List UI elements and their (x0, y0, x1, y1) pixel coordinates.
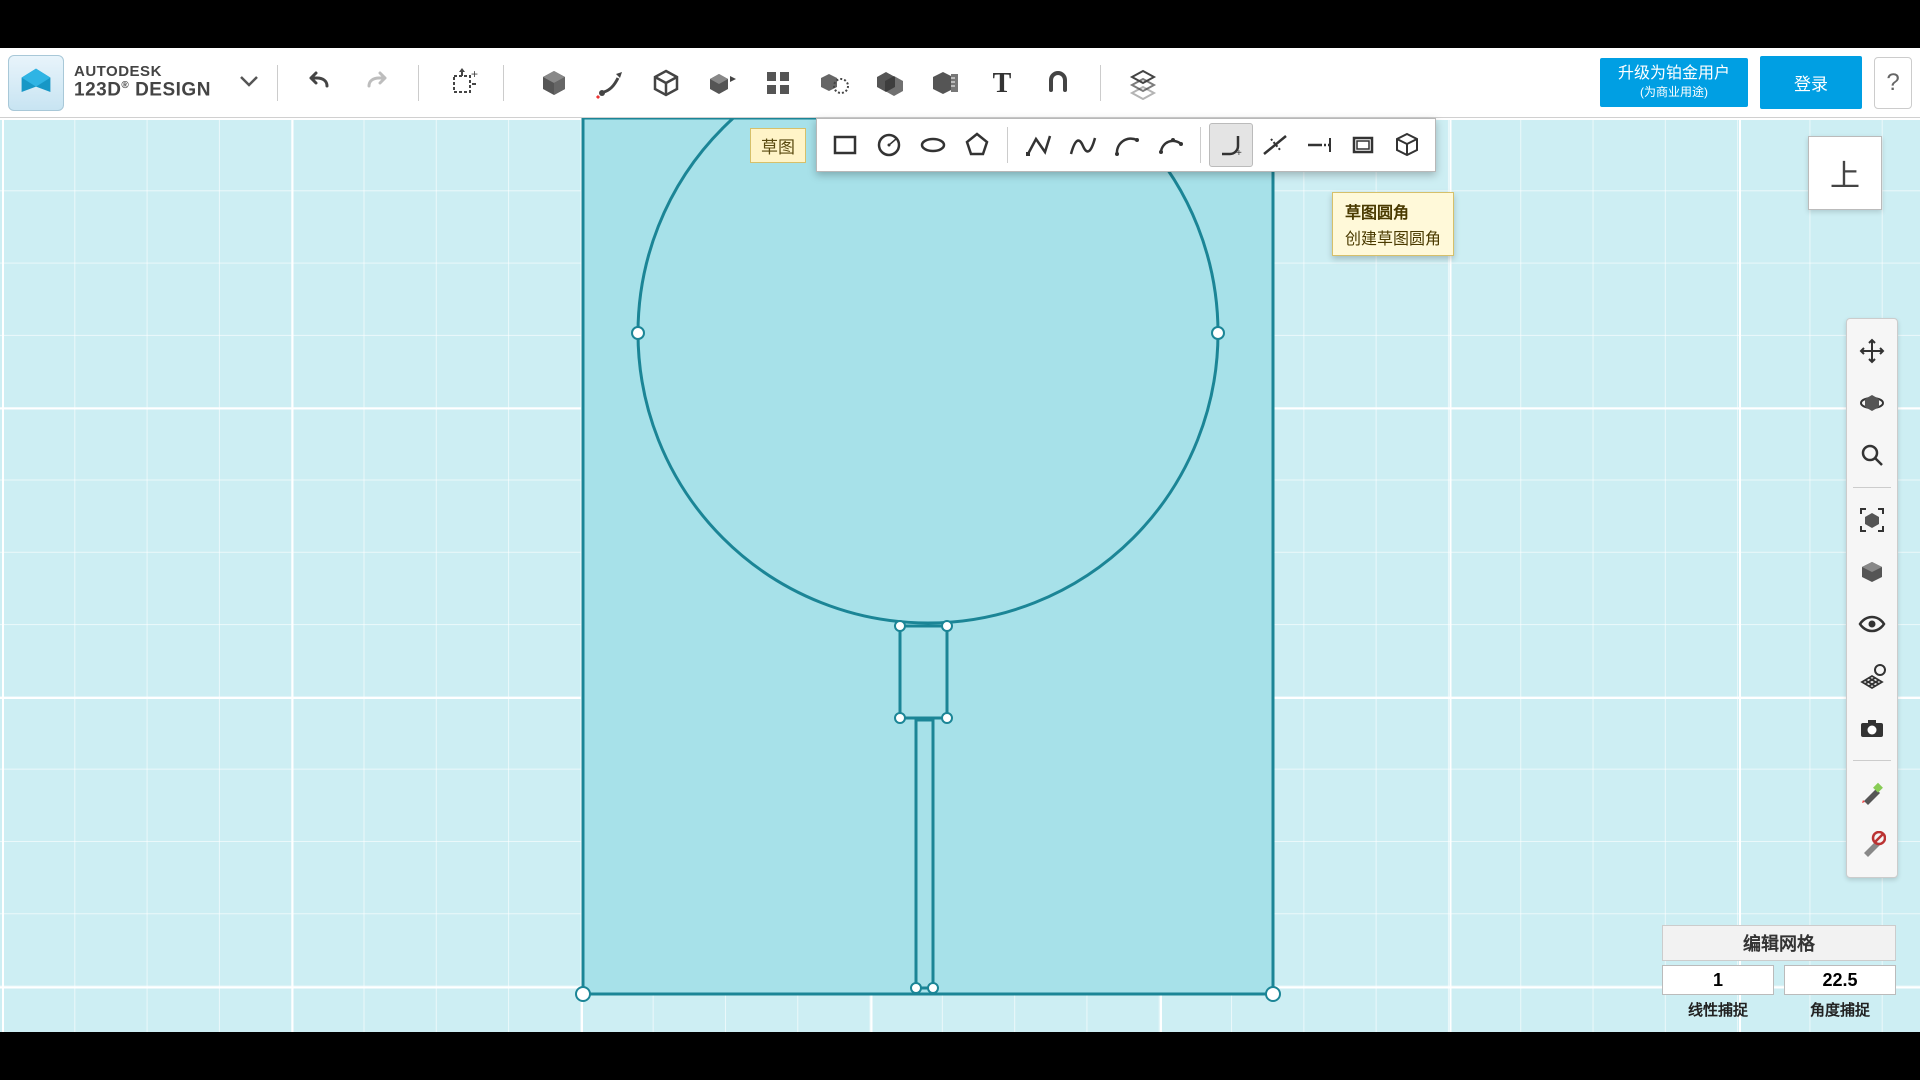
brand-line2: 123D® DESIGN (74, 80, 211, 101)
sketch-extend-button[interactable] (1297, 123, 1341, 167)
orbit-button[interactable] (1850, 381, 1894, 425)
grid-toggle-button[interactable] (1850, 654, 1894, 698)
right-divider (1853, 487, 1891, 488)
construct-button[interactable] (642, 59, 690, 107)
sketch-subtoolbar-panel: + (816, 118, 1436, 172)
viewport[interactable] (0, 118, 1920, 1032)
material-apply-button[interactable] (1850, 771, 1894, 815)
sub-divider (1007, 127, 1008, 163)
svg-text:T: T (993, 68, 1012, 99)
sketch-button[interactable] (586, 59, 634, 107)
sketch-polygon-button[interactable] (955, 123, 999, 167)
tooltip-body: 创建草图圆角 (1345, 225, 1441, 249)
sub-divider (1200, 127, 1201, 163)
pan-button[interactable] (1850, 329, 1894, 373)
sketch-fillet-button[interactable]: + (1209, 123, 1253, 167)
linear-snap-label: 线性捕捉 (1688, 999, 1748, 1020)
linear-snap-input[interactable] (1662, 965, 1774, 995)
app-logo[interactable] (8, 55, 64, 111)
tooltip: 草图圆角 创建草图圆角 (1332, 192, 1454, 256)
angular-snap-input[interactable] (1784, 965, 1896, 995)
right-divider (1853, 760, 1891, 761)
visibility-button[interactable] (1850, 602, 1894, 646)
tooltip-title: 草图圆角 (1345, 199, 1441, 223)
toolbar-divider (1100, 65, 1101, 101)
create-tools-group: T (522, 59, 1082, 107)
sketch-subtoolbar-label: 草图 (750, 128, 806, 163)
snap-button[interactable] (1034, 59, 1082, 107)
pattern-button[interactable] (754, 59, 802, 107)
material-disable-button[interactable] (1850, 823, 1894, 867)
brand-line1: AUTODESK (74, 64, 211, 81)
angular-snap-label: 角度捕捉 (1810, 999, 1870, 1020)
fit-button[interactable] (1850, 498, 1894, 542)
snap-panel-title: 编辑网格 (1662, 925, 1896, 961)
measure-button[interactable] (922, 59, 970, 107)
signin-button[interactable]: 登录 (1760, 56, 1862, 109)
sketch-subtoolbar: 草图 + (750, 118, 1436, 172)
sketch-arc-3pt-button[interactable] (1148, 123, 1192, 167)
zoom-button[interactable] (1850, 433, 1894, 477)
help-button[interactable]: ? (1874, 57, 1912, 109)
sketch-offset-button[interactable] (1341, 123, 1385, 167)
upgrade-sub: (为商业用途) (1618, 85, 1730, 101)
screenshot-button[interactable] (1850, 706, 1894, 750)
viewcube[interactable]: 上 (1808, 136, 1882, 210)
letterbox-top (0, 0, 1920, 48)
snap-panel: 编辑网格 线性捕捉 角度捕捉 (1662, 925, 1896, 1020)
toolbar-divider (503, 65, 504, 101)
sketch-project-button[interactable] (1385, 123, 1429, 167)
sketch-rectangle-button[interactable] (823, 123, 867, 167)
sketch-arc-2pt-button[interactable] (1104, 123, 1148, 167)
svg-text:+: + (471, 67, 478, 81)
sketch-spline-button[interactable] (1060, 123, 1104, 167)
file-menu-chevron[interactable] (239, 71, 259, 94)
grouping-button[interactable] (810, 59, 858, 107)
letterbox-bottom (0, 1032, 1920, 1080)
brand-text: AUTODESK 123D® DESIGN (74, 64, 211, 102)
upgrade-title: 升级为铂金用户 (1618, 65, 1730, 82)
upgrade-button[interactable]: 升级为铂金用户 (为商业用途) (1600, 58, 1748, 106)
materials-button[interactable] (1119, 59, 1167, 107)
sketch-geometry (0, 118, 1920, 1032)
primitives-button[interactable] (530, 59, 578, 107)
sketch-circle-button[interactable] (867, 123, 911, 167)
transform-button[interactable]: + (437, 59, 485, 107)
app-window: AUTODESK 123D® DESIGN + (0, 48, 1920, 1032)
text-button[interactable]: T (978, 59, 1026, 107)
toolbar-divider (277, 65, 278, 101)
combine-button[interactable] (866, 59, 914, 107)
sketch-trim-button[interactable] (1253, 123, 1297, 167)
main-toolbar: AUTODESK 123D® DESIGN + (0, 48, 1920, 118)
svg-text:+: + (1236, 148, 1242, 159)
sketch-ellipse-button[interactable] (911, 123, 955, 167)
redo-button[interactable] (352, 59, 400, 107)
shading-button[interactable] (1850, 550, 1894, 594)
undo-button[interactable] (296, 59, 344, 107)
sketch-polyline-button[interactable] (1016, 123, 1060, 167)
modify-button[interactable] (698, 59, 746, 107)
toolbar-divider (418, 65, 419, 101)
navigation-toolbar (1846, 318, 1898, 878)
